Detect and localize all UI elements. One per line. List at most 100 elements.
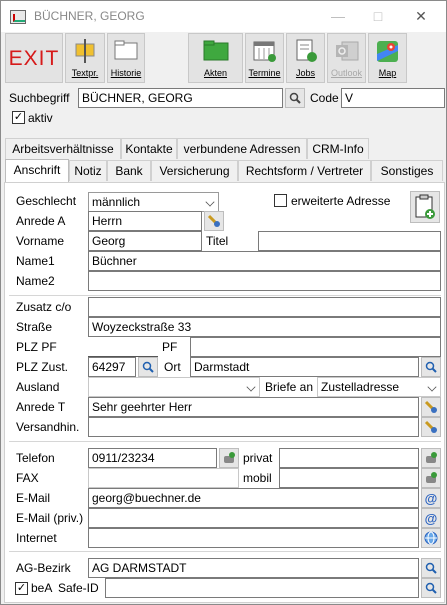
tab-verbundene-adressen[interactable]: verbundene Adressen — [177, 138, 307, 159]
tab-sonstiges[interactable]: Sonstiges — [371, 160, 443, 181]
tab-crm-info[interactable]: CRM-Info — [307, 138, 369, 159]
internet-label: Internet — [16, 531, 57, 545]
privat-dial-button[interactable] — [421, 448, 441, 468]
internet-input[interactable] — [88, 528, 419, 548]
telefon-label: Telefon — [16, 451, 55, 465]
ag-bezirk-search-button[interactable] — [421, 558, 441, 578]
green-folder-icon — [203, 40, 228, 61]
tabs-bottom: Anschrift Notiz Bank Versicherung Rechts… — [1, 159, 446, 182]
historie-button[interactable]: Historie — [107, 33, 145, 83]
tab-bank[interactable]: Bank — [107, 160, 151, 181]
jobs-label: Jobs — [295, 68, 315, 78]
vorname-input[interactable]: Georg — [88, 231, 202, 251]
email-priv-send-button[interactable]: @ — [421, 508, 441, 528]
erweiterte-adresse-label: erweiterte Adresse — [291, 194, 391, 208]
magnifier-icon — [425, 582, 437, 594]
akten-button[interactable]: Akten — [188, 33, 243, 83]
pen-lookup-icon — [424, 400, 437, 413]
mobil-dial-button[interactable] — [421, 468, 441, 488]
email-input[interactable]: georg@buechner.de — [88, 488, 419, 508]
tab-arbeitsverhaeltnisse[interactable]: Arbeitsverhältnisse — [5, 138, 121, 159]
strasse-input[interactable]: Woyzeckstraße 33 — [88, 317, 441, 337]
code-input[interactable]: V — [341, 88, 445, 108]
chevron-down-icon — [205, 197, 215, 207]
fax-input[interactable] — [88, 468, 239, 488]
tab-versicherung[interactable]: Versicherung — [151, 160, 238, 181]
plz-zust-input[interactable]: 64297 — [88, 357, 136, 377]
ort-search-button[interactable] — [421, 357, 441, 377]
plz-pf-input[interactable] — [88, 337, 158, 357]
separator — [9, 441, 441, 442]
mobil-input[interactable] — [279, 468, 419, 488]
close-button[interactable]: ✕ — [406, 5, 436, 27]
email-priv-input[interactable] — [88, 508, 419, 528]
name2-input[interactable] — [88, 271, 441, 291]
magnifier-icon — [142, 361, 154, 373]
telefon-input[interactable]: 0911/23234 — [88, 448, 217, 468]
bea-checkbox[interactable]: ✓ — [15, 582, 28, 595]
phone-icon — [426, 452, 437, 463]
tab-rechtsform[interactable]: Rechtsform / Vertreter — [238, 160, 371, 181]
versandhin-input[interactable] — [88, 417, 419, 437]
outlook-button: Outlook — [327, 33, 366, 83]
zusatz-input[interactable] — [88, 297, 441, 317]
minimize-button[interactable]: — — [323, 5, 353, 27]
aktiv-checkbox[interactable]: ✓ — [12, 111, 25, 124]
maximize-button[interactable]: □ — [363, 5, 393, 27]
calendar-icon — [253, 41, 276, 62]
internet-open-button[interactable] — [421, 528, 441, 548]
anrede-a-label: Anrede A — [16, 214, 66, 228]
versandhin-label: Versandhin. — [16, 420, 80, 434]
folder-icon — [114, 40, 138, 60]
tab-kontakte[interactable]: Kontakte — [121, 138, 177, 159]
safe-id-label: Safe-ID — [58, 581, 99, 595]
separator — [9, 551, 441, 552]
telefon-dial-button[interactable] — [219, 448, 239, 468]
geschlecht-select[interactable]: männlich — [88, 192, 219, 212]
titel-label: Titel — [206, 234, 229, 248]
akten-label: Akten — [203, 68, 227, 78]
phone-icon — [224, 452, 235, 463]
anrede-t-input[interactable]: Sehr geehrter Herr — [88, 397, 419, 417]
safe-id-search-button[interactable] — [421, 578, 441, 598]
anrede-t-lookup-button[interactable] — [421, 397, 441, 417]
search-button[interactable] — [285, 88, 305, 108]
pf-input[interactable] — [190, 337, 441, 357]
name2-label: Name2 — [16, 274, 55, 288]
tab-anschrift[interactable]: Anschrift — [5, 159, 69, 182]
ag-bezirk-input[interactable]: AG DARMSTADT — [88, 558, 419, 578]
map-label: Map — [378, 68, 397, 78]
anrede-a-lookup-button[interactable] — [204, 211, 224, 231]
erweiterte-adresse-checkbox[interactable] — [274, 194, 287, 207]
ausland-select[interactable] — [88, 377, 260, 397]
termine-button[interactable]: Termine — [245, 33, 284, 83]
textpr-label: Textpr. — [71, 68, 99, 78]
jobs-button[interactable]: Jobs — [286, 33, 325, 83]
ort-input[interactable]: Darmstadt — [190, 357, 419, 377]
search-input[interactable]: BÜCHNER, GEORG — [78, 88, 283, 108]
map-button[interactable]: Map — [368, 33, 407, 83]
aktiv-label: aktiv — [28, 111, 53, 125]
privat-input[interactable] — [279, 448, 419, 468]
email-send-button[interactable]: @ — [421, 488, 441, 508]
title-bar: BÜCHNER, GEORG — □ ✕ — [1, 1, 446, 32]
tab-notiz[interactable]: Notiz — [69, 160, 107, 181]
email-priv-label: E-Mail (priv.) — [16, 511, 84, 525]
new-address-button[interactable] — [410, 191, 440, 223]
name1-input[interactable]: Büchner — [88, 251, 441, 271]
titel-input[interactable] — [258, 231, 441, 251]
historie-label: Historie — [110, 68, 142, 78]
client-window: BÜCHNER, GEORG — □ ✕ EXIT Textpr. Histor… — [0, 0, 447, 605]
ag-bezirk-label: AG-Bezirk — [16, 561, 71, 575]
textpr-button[interactable]: Textpr. — [65, 33, 105, 83]
briefe-an-select[interactable]: Zustelladresse — [317, 377, 441, 397]
exit-label: EXIT — [8, 47, 60, 70]
separator — [9, 295, 441, 296]
exit-button[interactable]: EXIT — [5, 33, 63, 83]
at-sign-icon: @ — [424, 490, 438, 506]
plz-search-button[interactable] — [138, 357, 158, 377]
pf-label: PF — [162, 340, 178, 354]
safe-id-input[interactable] — [105, 578, 419, 598]
anrede-a-input[interactable]: Herrn — [88, 211, 202, 231]
versandhin-lookup-button[interactable] — [421, 417, 441, 437]
